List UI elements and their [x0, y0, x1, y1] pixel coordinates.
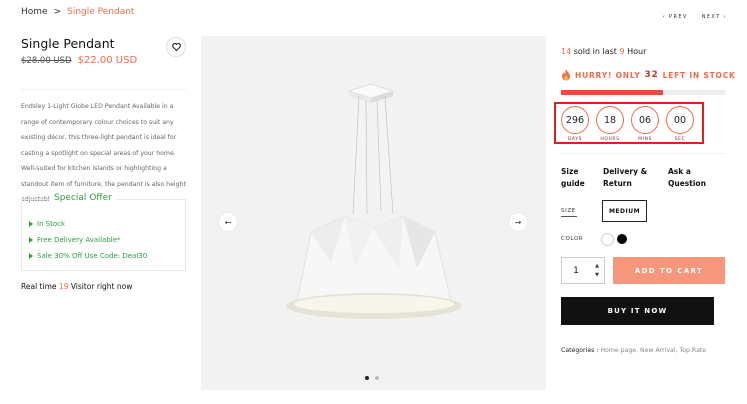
delivery-return-link[interactable]: Delivery & Return — [603, 166, 656, 190]
offer-item-text: Free Delivery Available* — [37, 236, 121, 244]
stock-prefix: HURRY! ONLY — [575, 70, 641, 80]
product-description: Endsley 1-Light Globe LED Pendant Availa… — [21, 103, 186, 203]
color-label: COLOR — [561, 236, 584, 242]
countdown-hours-label: HOURS — [600, 137, 620, 142]
countdown-mins-label: MINS — [638, 137, 652, 142]
gallery-next-button[interactable]: → — [509, 213, 527, 231]
countdown-mins-value: 06 — [631, 106, 659, 134]
increment-icon[interactable]: ▲ — [595, 262, 599, 271]
triangle-bullet-icon — [29, 253, 33, 259]
buy-now-button[interactable]: BUY IT NOW — [561, 297, 714, 325]
fire-icon — [562, 69, 570, 81]
wishlist-button[interactable] — [166, 37, 186, 57]
special-offer-list: In Stock Free Delivery Available* Sale 3… — [29, 216, 147, 264]
offer-item-text: Sale 30% Off Use Code: Deal30 — [37, 252, 148, 260]
visitors-count: 19 — [58, 282, 69, 291]
countdown-timer: 296 DAYS 18 HOURS 06 MINS 00 SEC — [561, 106, 694, 142]
old-price: $28.00 USD — [21, 56, 72, 66]
countdown-hours-value: 18 — [596, 106, 624, 134]
stock-suffix: LEFT IN STOCK — [662, 70, 736, 80]
sold-counter: 14 sold in last 9 Hour — [561, 47, 646, 56]
sold-count: 14 — [561, 47, 572, 56]
countdown-days: 296 DAYS — [561, 106, 589, 142]
decrement-icon[interactable]: ▼ — [595, 271, 599, 280]
special-offer-title: Special Offer — [50, 193, 116, 203]
breadcrumb: Home > Single Pendant — [21, 7, 134, 17]
color-swatch-black[interactable] — [617, 234, 627, 244]
size-label-underline — [561, 216, 577, 217]
offer-item: Sale 30% Off Use Code: Deal30 — [29, 248, 147, 264]
countdown-hours: 18 HOURS — [596, 106, 624, 142]
countdown-days-label: DAYS — [567, 137, 583, 142]
categories-values[interactable]: Home page, New Arrival, Top Rate — [600, 347, 706, 354]
product-info-links: Size guide Delivery & Return Ask a Quest… — [561, 166, 718, 190]
color-swatch-white[interactable] — [601, 233, 614, 246]
breadcrumb-separator: > — [53, 7, 62, 17]
quantity-value[interactable]: 1 — [562, 266, 590, 276]
next-product-link[interactable]: NEXT › — [702, 14, 727, 20]
categories-label: Categories : — [561, 347, 599, 354]
offer-item: Free Delivery Available* — [29, 232, 147, 248]
stock-warning: HURRY! ONLY 32 LEFT IN STOCK — [561, 69, 736, 81]
countdown-sec-value: 00 — [666, 106, 694, 134]
offer-item-text: In Stock — [37, 220, 66, 228]
sold-hours: 9 — [619, 47, 625, 56]
add-to-cart-button[interactable]: ADD TO CART — [613, 257, 725, 284]
sold-suffix: Hour — [627, 47, 647, 56]
sold-text: sold in last — [573, 47, 617, 56]
stock-progress-bar — [561, 90, 725, 95]
gallery-dots — [365, 376, 379, 380]
divider — [21, 89, 186, 90]
product-pager: ‹ PREV NEXT › — [663, 14, 727, 20]
ask-question-link[interactable]: Ask a Question — [668, 166, 718, 190]
countdown-days-value: 296 — [561, 106, 589, 134]
categories: Categories : Home page, New Arrival, Top… — [561, 347, 706, 354]
quantity-arrows: ▲ ▼ — [590, 262, 604, 280]
divider — [561, 153, 725, 154]
arrow-left-icon: ← — [224, 217, 232, 227]
stock-count: 32 — [644, 70, 659, 80]
countdown-sec-label: SEC — [674, 137, 686, 142]
quantity-stepper[interactable]: 1 ▲ ▼ — [561, 257, 605, 284]
gallery-dot-2[interactable] — [375, 376, 379, 380]
countdown-sec: 00 SEC — [666, 106, 694, 142]
size-option-medium[interactable]: MEDIUM — [602, 200, 647, 222]
pendant-lamp-image — [286, 83, 462, 319]
realtime-visitors: Real time 19 Visitor right now — [21, 282, 132, 291]
heart-icon — [171, 43, 181, 51]
stock-progress-fill — [561, 90, 663, 95]
triangle-bullet-icon — [29, 237, 33, 243]
gallery-dot-1[interactable] — [365, 376, 369, 380]
breadcrumb-home[interactable]: Home — [21, 7, 48, 17]
offer-item: In Stock — [29, 216, 147, 232]
triangle-bullet-icon — [29, 221, 33, 227]
sale-price: $22.00 USD — [77, 55, 138, 66]
size-guide-link[interactable]: Size guide — [561, 166, 591, 190]
product-image-gallery: ← → — [201, 36, 546, 390]
size-label: SIZE — [561, 208, 576, 214]
prev-product-link[interactable]: ‹ PREV — [663, 14, 688, 20]
price-block: $28.00 USD $22.00 USD — [21, 55, 137, 66]
breadcrumb-current: Single Pendant — [67, 7, 135, 17]
gallery-prev-button[interactable]: ← — [219, 213, 237, 231]
visitors-suffix: Visitor right now — [70, 282, 133, 291]
arrow-right-icon: → — [514, 217, 522, 227]
countdown-mins: 06 MINS — [631, 106, 659, 142]
product-title: Single Pendant — [21, 36, 115, 51]
visitors-prefix: Real time — [21, 282, 57, 291]
